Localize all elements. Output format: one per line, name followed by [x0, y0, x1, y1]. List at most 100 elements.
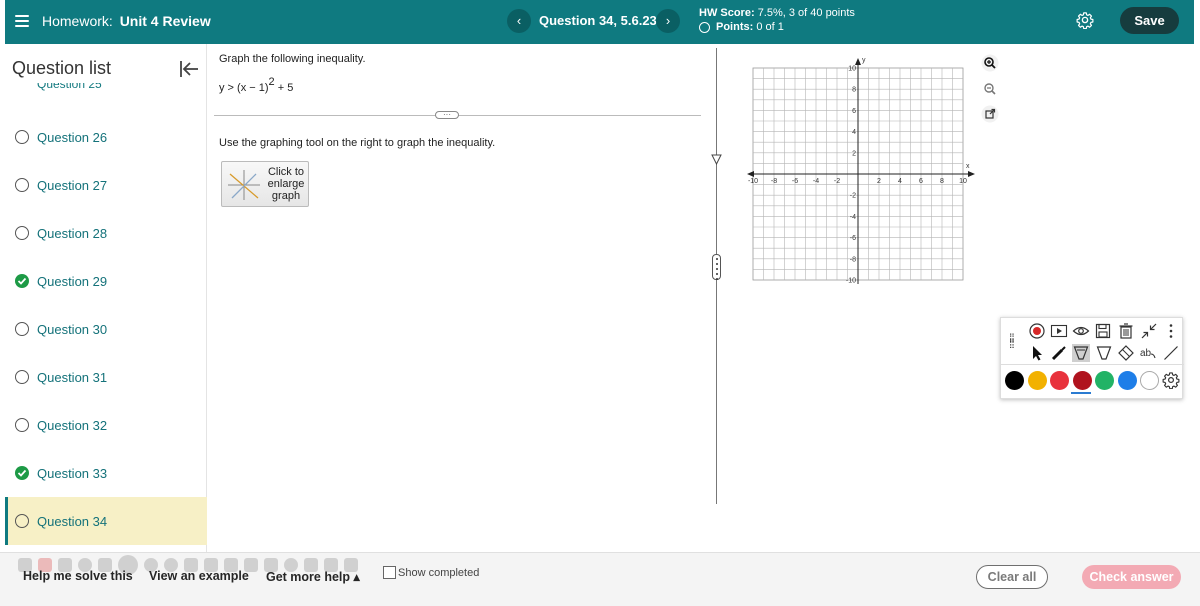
correct-check-icon [15, 466, 29, 480]
unanswered-circle-icon [15, 130, 29, 144]
svg-text:ab: ab [1140, 348, 1152, 359]
view-example-button[interactable]: View an example [149, 569, 249, 583]
question-number-label: Question 34, 5.6.23 [539, 13, 657, 28]
y-tick-label: -8 [850, 256, 856, 263]
x-axis-arrow-left [747, 171, 754, 177]
sidebar-item-question[interactable]: Question 33 [5, 449, 207, 497]
show-completed-toggle[interactable]: Show completed [383, 566, 479, 579]
sidebar-item-question[interactable]: Question 27 [5, 161, 207, 209]
zoom-out-icon[interactable] [981, 80, 999, 98]
y-tick-label: 2 [852, 150, 856, 157]
zoom-in-icon[interactable] [981, 54, 999, 72]
eraser-icon[interactable] [1117, 344, 1135, 362]
y-tick-label: -10 [846, 278, 856, 285]
color-settings-gear-icon[interactable] [1162, 371, 1180, 389]
question-prompt: Graph the following inequality. [219, 53, 366, 65]
color-swatch[interactable] [1140, 371, 1159, 390]
coordinate-graph[interactable]: x y -10 -8 -6 -4 -2 2 4 6 8 10 10 8 6 4 2 -2 -4 -6 -8 -10 [740, 54, 980, 290]
x-tick-label: 8 [940, 178, 944, 185]
save-button[interactable]: Save [1120, 7, 1179, 34]
enlarge-graph-button[interactable]: Click to enlarge graph [221, 161, 309, 207]
check-answer-button[interactable]: Check answer [1082, 565, 1181, 589]
sidebar-item-label: Question 29 [37, 273, 108, 289]
unanswered-circle-icon [15, 178, 29, 192]
save-icon[interactable] [1094, 322, 1112, 340]
get-more-help-button[interactable]: Get more help ▴ [266, 569, 360, 584]
unanswered-circle-icon [15, 514, 29, 528]
sidebar-item-question[interactable]: Question 32 [5, 401, 207, 449]
color-swatch[interactable] [1050, 371, 1069, 390]
marker-icon[interactable] [1050, 344, 1068, 362]
sidebar-item-question[interactable]: Question 29 [5, 257, 207, 305]
collapse-sidebar-icon[interactable] [179, 60, 199, 78]
enlarge-graph-label: Click to enlarge graph [267, 166, 305, 202]
color-swatch[interactable] [1095, 371, 1114, 390]
pointer-icon[interactable] [1028, 344, 1046, 362]
drawing-toolbar: ⁞⁞ ⁞⁞ ab [1000, 317, 1184, 399]
splitter-drag-handle[interactable] [712, 254, 721, 280]
sidebar-item-label: Question 28 [37, 225, 108, 241]
show-completed-checkbox[interactable] [383, 566, 396, 579]
sidebar-title: Question list [12, 58, 112, 78]
sidebar-item-question[interactable]: Question 30 [5, 305, 207, 353]
sidebar-item-question[interactable]: Question 34 [5, 497, 207, 545]
open-external-icon[interactable] [981, 105, 999, 123]
x-axis-arrow [968, 171, 975, 177]
sidebar-item-partial[interactable]: Question 25 [37, 83, 102, 93]
screen-icon[interactable] [1050, 322, 1068, 340]
next-question-button[interactable]: › [656, 9, 680, 33]
sidebar-item-label: Question 32 [37, 417, 108, 433]
color-swatch[interactable] [1117, 371, 1137, 390]
points-value: 0 of 1 [756, 21, 784, 33]
x-tick-label: -10 [748, 178, 758, 185]
more-vertical-icon[interactable] [1162, 322, 1180, 340]
line-icon[interactable] [1162, 344, 1180, 362]
color-swatch[interactable] [1005, 371, 1024, 390]
record-icon[interactable] [1028, 322, 1046, 340]
highlighter-icon[interactable] [1072, 344, 1090, 362]
question-instruction: Use the graphing tool on the right to gr… [219, 137, 496, 149]
x-tick-label: -6 [792, 178, 798, 185]
sidebar-item-question[interactable]: Question 28 [5, 209, 207, 257]
y-tick-label: -4 [850, 214, 856, 221]
clear-all-button[interactable]: Clear all [976, 565, 1048, 589]
app-root: Homework: Unit 4 Review ‹ Question 34, 5… [0, 0, 1200, 606]
eye-icon[interactable] [1072, 322, 1090, 340]
text-icon[interactable]: ab [1139, 344, 1157, 362]
sidebar-item-label: Question 34 [37, 513, 108, 529]
help-me-solve-button[interactable]: Help me solve this [23, 569, 133, 583]
y-tick-label: 4 [852, 129, 856, 136]
selected-color-indicator [1071, 392, 1091, 394]
color-swatch[interactable] [1027, 371, 1047, 390]
unanswered-circle-icon [15, 322, 29, 336]
toolbar-drag-grip-icon[interactable]: ⁞⁞ ⁞⁞ [1009, 332, 1015, 350]
formula-lhs: y > (x − 1) [219, 82, 269, 94]
color-swatch[interactable] [1072, 371, 1092, 390]
x-tick-label: 10 [959, 178, 967, 185]
toolbar-separator [1001, 364, 1184, 365]
trash-icon[interactable] [1117, 322, 1135, 340]
header-bar: Homework: Unit 4 Review ‹ Question 34, 5… [5, 0, 1194, 44]
x-tick-label: 6 [919, 178, 923, 185]
score-panel: HW Score: 7.5%, 3 of 40 points Points: 0… [699, 6, 855, 34]
unanswered-circle-icon [15, 226, 29, 240]
unanswered-circle-icon [15, 370, 29, 384]
homework-name: Unit 4 Review [119, 13, 211, 29]
settings-gear-icon[interactable] [1076, 11, 1094, 29]
y-tick-label: 8 [852, 87, 856, 94]
x-tick-label: 4 [898, 178, 902, 185]
y-tick-label: 10 [848, 66, 856, 73]
menu-icon[interactable] [15, 11, 29, 31]
collapse-arrows-icon[interactable] [1140, 322, 1158, 340]
sidebar-item-question[interactable]: Question 31 [5, 353, 207, 401]
x-tick-label: 2 [877, 178, 881, 185]
divider-expand-handle[interactable]: ··· [435, 111, 459, 119]
sidebar-item-label: Question 26 [37, 129, 108, 145]
splitter-arrow-icon[interactable] [711, 154, 722, 165]
sidebar-item-question[interactable]: Question 26 [5, 113, 207, 161]
homework-prefix: Homework: [42, 13, 113, 29]
previous-question-button[interactable]: ‹ [507, 9, 531, 33]
points-label: Points: [716, 21, 754, 33]
pen-icon[interactable] [1095, 344, 1113, 362]
hw-score-value: 7.5%, 3 of 40 points [757, 7, 855, 19]
